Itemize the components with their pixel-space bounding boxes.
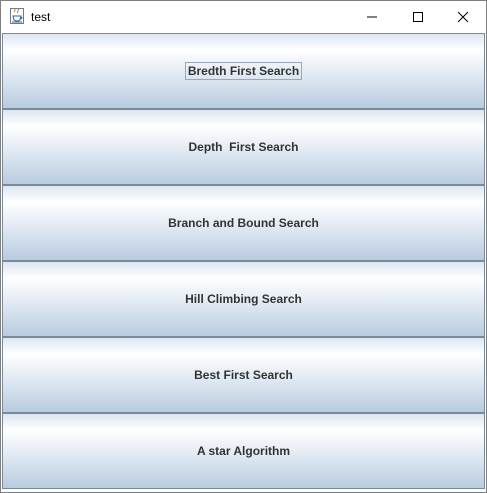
java-coffee-cup-icon: [10, 7, 24, 24]
minimize-icon: [367, 16, 377, 18]
button-label: Hill Climbing Search: [185, 292, 302, 306]
a-star-algorithm-button[interactable]: A star Algorithm: [2, 413, 485, 489]
window-title: test: [31, 10, 51, 24]
button-label: Bredth First Search: [184, 62, 303, 80]
close-button[interactable]: [440, 1, 486, 32]
best-first-search-button[interactable]: Best First Search: [2, 337, 485, 413]
minimize-button[interactable]: [349, 1, 395, 32]
maximize-icon: [413, 12, 423, 22]
close-icon: [457, 11, 469, 23]
bredth-first-search-button[interactable]: Bredth First Search: [2, 33, 485, 109]
app-window: test Bredth First Search Depth First Sea…: [0, 0, 487, 493]
depth-first-search-button[interactable]: Depth First Search: [2, 109, 485, 185]
button-label: A star Algorithm: [196, 444, 291, 458]
button-panel: Bredth First Search Depth First Search B…: [2, 33, 485, 491]
button-label: Best First Search: [194, 368, 293, 382]
maximize-button[interactable]: [395, 1, 441, 32]
hill-climbing-search-button[interactable]: Hill Climbing Search: [2, 261, 485, 337]
branch-and-bound-search-button[interactable]: Branch and Bound Search: [2, 185, 485, 261]
title-bar[interactable]: test: [1, 1, 486, 32]
button-label: Depth First Search: [188, 140, 299, 154]
button-label: Branch and Bound Search: [168, 216, 319, 230]
